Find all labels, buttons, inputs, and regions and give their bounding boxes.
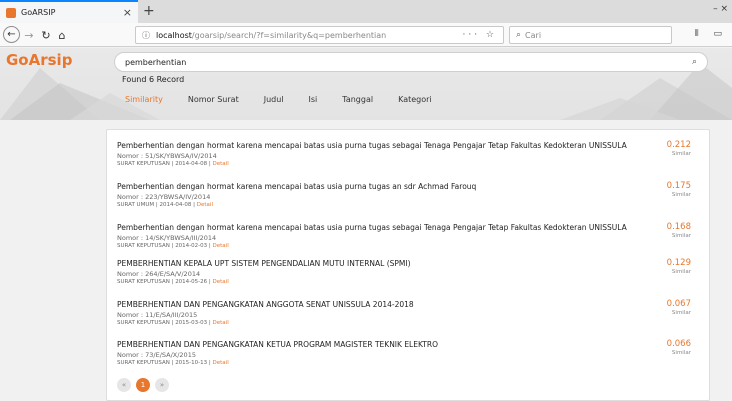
next-page-button[interactable]: »	[155, 378, 169, 392]
result-meta: SURAT KEPUTUSAN | 2015-10-13 | Detail	[117, 360, 701, 366]
result-meta-text: SURAT KEPUTUSAN | 2015-10-13 |	[117, 360, 211, 366]
result-nomor: Nomor : 264/E/SA/V/2014	[117, 270, 201, 278]
result-item: Pemberhentian dengan hormat karena menca…	[117, 222, 701, 263]
tab-nomor-surat[interactable]: Nomor Surat	[188, 95, 239, 104]
similarity-score: 0.212	[666, 140, 691, 150]
page-1-button[interactable]: 1	[136, 378, 150, 392]
result-title[interactable]: PEMBERHENTIAN DAN PENGANGKATAN ANGGOTA S…	[117, 300, 657, 309]
url-host: localhost	[156, 30, 192, 40]
pagination: « 1 »	[117, 378, 174, 392]
result-nomor: Nomor : 51/SK/YBWSA/IV/2014	[117, 152, 217, 160]
result-meta-text: SURAT KEPUTUSAN | 2015-03-03 |	[117, 320, 211, 326]
result-meta-text: SURAT KEPUTUSAN | 2014-05-26 |	[117, 279, 211, 285]
result-meta: SURAT KEPUTUSAN | 2015-03-03 | Detail	[117, 320, 701, 326]
result-title[interactable]: PEMBERHENTIAN KEPALA UPT SISTEM PENGENDA…	[117, 259, 657, 268]
result-item: PEMBERHENTIAN KEPALA UPT SISTEM PENGENDA…	[117, 258, 701, 299]
result-item: Pemberhentian dengan hormat karena menca…	[117, 181, 701, 222]
detail-link[interactable]: Detail	[197, 202, 213, 208]
tab-similarity[interactable]: Similarity	[125, 95, 163, 104]
close-tab-icon[interactable]: ×	[123, 7, 132, 18]
result-title[interactable]: PEMBERHENTIAN DAN PENGANGKATAN KETUA PRO…	[117, 340, 657, 349]
tab-judul[interactable]: Judul	[264, 95, 284, 104]
url-bar[interactable]: ⓘ localhost/goarsip/search/?f=similarity…	[135, 26, 504, 44]
result-item: PEMBERHENTIAN DAN PENGANGKATAN KETUA PRO…	[117, 339, 701, 380]
search-icon: ⌕	[516, 30, 522, 40]
similarity-score: 0.066	[666, 339, 691, 349]
browser-tab-title: GoARSIP	[21, 8, 56, 17]
found-record-count: Found 6 Record	[122, 75, 185, 84]
similarity-label: Similar	[671, 233, 691, 239]
goarsip-favicon-icon	[6, 7, 16, 18]
app-header: GoArsip ⌕ Found 6 Record Similarity Nomo…	[0, 48, 732, 120]
tab-tanggal[interactable]: Tanggal	[342, 95, 373, 104]
search-box[interactable]: ⌕	[114, 52, 708, 72]
browser-search-bar[interactable]: ⌕ Cari	[509, 26, 672, 44]
browser-tab-bar: GoARSIP × + – ×	[0, 0, 732, 23]
home-icon[interactable]: ⌂	[56, 26, 68, 44]
reload-icon[interactable]: ↻	[40, 26, 52, 44]
result-meta-text: SURAT KEPUTUSAN | 2014-04-08 |	[117, 161, 211, 167]
similarity-label: Similar	[671, 350, 691, 356]
url-path: /goarsip/search/?f=similarity&q=pemberhe…	[191, 30, 387, 40]
results-card: Pemberhentian dengan hormat karena menca…	[106, 129, 710, 401]
prev-page-button[interactable]: «	[117, 378, 131, 392]
toolbar-library-icon[interactable]: ⫴ ▭	[695, 29, 728, 39]
info-icon[interactable]: ⓘ	[142, 30, 150, 41]
browser-search-placeholder: Cari	[525, 30, 542, 40]
result-nomor: Nomor : 14/SK/YBWSA/III/2014	[117, 234, 217, 242]
result-meta: SURAT KEPUTUSAN | 2014-05-26 | Detail	[117, 279, 701, 285]
url-text[interactable]: localhost/goarsip/search/?f=similarity&q…	[156, 31, 462, 40]
detail-link[interactable]: Detail	[213, 279, 229, 285]
result-nomor: Nomor : 11/E/SA/III/2015	[117, 311, 198, 319]
similarity-label: Similar	[671, 269, 691, 275]
browser-nav-bar: ← → ↻ ⌂ ⓘ localhost/goarsip/search/?f=si…	[0, 23, 732, 47]
result-item: PEMBERHENTIAN DAN PENGANGKATAN ANGGOTA S…	[117, 299, 701, 340]
back-arrow-icon[interactable]: ←	[3, 26, 20, 43]
tab-isi[interactable]: Isi	[309, 95, 318, 104]
detail-link[interactable]: Detail	[213, 243, 229, 249]
search-input[interactable]	[125, 57, 692, 67]
result-meta-text: SURAT UMUM | 2014-04-08 |	[117, 202, 196, 208]
similarity-label: Similar	[671, 192, 691, 198]
similarity-label: Similar	[671, 310, 691, 316]
result-meta: SURAT KEPUTUSAN | 2014-02-03 | Detail	[117, 243, 701, 249]
detail-link[interactable]: Detail	[213, 360, 229, 366]
similarity-score: 0.175	[666, 181, 691, 191]
result-nomor: Nomor : 73/E/SA/X/2015	[117, 351, 196, 359]
result-meta: SURAT KEPUTUSAN | 2014-04-08 | Detail	[117, 161, 701, 167]
similarity-label: Similar	[671, 151, 691, 157]
result-title[interactable]: Pemberhentian dengan hormat karena menca…	[117, 182, 657, 191]
page-actions-icon[interactable]: ··· ☆	[462, 30, 497, 40]
detail-link[interactable]: Detail	[213, 320, 229, 326]
result-nomor: Nomor : 223/YBWSA/IV/2014	[117, 193, 211, 201]
result-meta: SURAT UMUM | 2014-04-08 | Detail	[117, 202, 701, 208]
similarity-score: 0.168	[666, 222, 691, 232]
similarity-score: 0.067	[666, 299, 691, 309]
sort-tabs: Similarity Nomor Surat Judul Isi Tanggal…	[125, 95, 457, 104]
detail-link[interactable]: Detail	[213, 161, 229, 167]
new-tab-button[interactable]: +	[143, 2, 155, 20]
result-title[interactable]: Pemberhentian dengan hormat karena menca…	[117, 223, 657, 232]
browser-tab[interactable]: GoARSIP ×	[0, 0, 138, 23]
forward-arrow-icon[interactable]: →	[23, 26, 35, 44]
goarsip-logo[interactable]: GoArsip	[6, 51, 72, 69]
search-icon[interactable]: ⌕	[692, 57, 697, 67]
similarity-score: 0.129	[666, 258, 691, 268]
result-meta-text: SURAT KEPUTUSAN | 2014-02-03 |	[117, 243, 211, 249]
result-item: Pemberhentian dengan hormat karena menca…	[117, 140, 701, 181]
window-controls[interactable]: – ×	[713, 4, 728, 14]
result-title[interactable]: Pemberhentian dengan hormat karena menca…	[117, 141, 657, 150]
tab-kategori[interactable]: Kategori	[398, 95, 432, 104]
